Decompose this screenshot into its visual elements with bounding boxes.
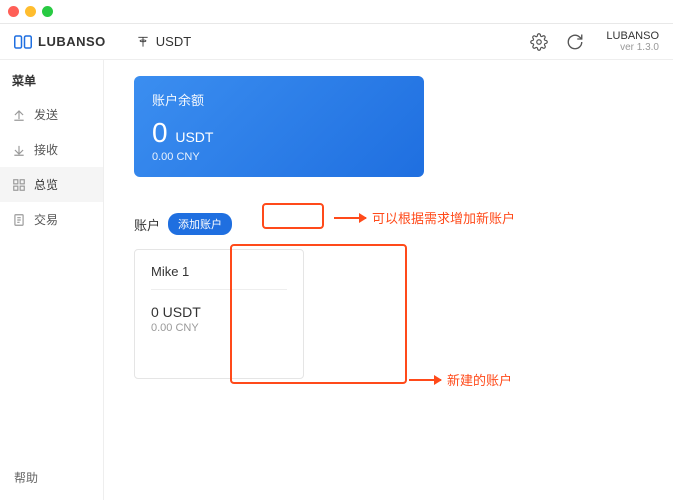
settings-icon[interactable] [530, 33, 548, 51]
brand-text: LUBANSO [38, 34, 106, 49]
balance-amount: 0 USDT [152, 117, 406, 149]
balance-sub: 0.00 CNY [152, 151, 406, 163]
menu-heading: 菜单 [0, 60, 103, 97]
add-account-button[interactable]: 添加账户 [168, 213, 232, 235]
account-sub: 0.00 CNY [151, 322, 287, 334]
balance-title: 账户余额 [152, 90, 406, 109]
close-window-button[interactable] [8, 6, 19, 17]
grid-icon [12, 178, 26, 192]
app-version: LUBANSO ver 1.3.0 [606, 30, 659, 53]
currency-label: USDT [156, 34, 191, 49]
sidebar-item-label: 接收 [34, 141, 58, 158]
sidebar: 菜单 发送 接收 总览 交易 帮助 [0, 60, 104, 500]
account-balance: 0 USDT [151, 304, 287, 320]
sidebar-item-label: 发送 [34, 106, 58, 123]
account-card[interactable]: Mike 1 0 USDT 0.00 CNY [134, 249, 304, 379]
maximize-window-button[interactable] [42, 6, 53, 17]
sidebar-item-label: 交易 [34, 211, 58, 228]
sidebar-item-transactions[interactable]: 交易 [0, 202, 103, 237]
annotation-new-text: 新建的账户 [409, 370, 512, 389]
accounts-heading: 账户 [134, 215, 160, 234]
balance-card: 账户余额 0 USDT 0.00 CNY [134, 76, 424, 177]
help-link[interactable]: 帮助 [0, 455, 103, 500]
sidebar-item-overview[interactable]: 总览 [0, 167, 103, 202]
download-icon [12, 143, 26, 157]
upload-icon [12, 108, 26, 122]
annotation-add-text: 可以根据需求增加新账户 [334, 208, 515, 227]
minimize-window-button[interactable] [25, 6, 36, 17]
tether-icon [136, 35, 150, 49]
sidebar-item-send[interactable]: 发送 [0, 97, 103, 132]
sidebar-item-label: 总览 [34, 176, 58, 193]
document-icon [12, 213, 26, 227]
window-titlebar [0, 0, 673, 24]
currency-selector[interactable]: USDT [136, 34, 191, 49]
account-name: Mike 1 [151, 264, 287, 290]
logo-icon [14, 35, 32, 49]
main-content: 账户余额 0 USDT 0.00 CNY 账户 添加账户 Mike 1 0 US… [104, 60, 673, 500]
sidebar-item-receive[interactable]: 接收 [0, 132, 103, 167]
refresh-icon[interactable] [566, 33, 584, 51]
app-header: LUBANSO USDT LUBANSO ver 1.3.0 [0, 24, 673, 60]
